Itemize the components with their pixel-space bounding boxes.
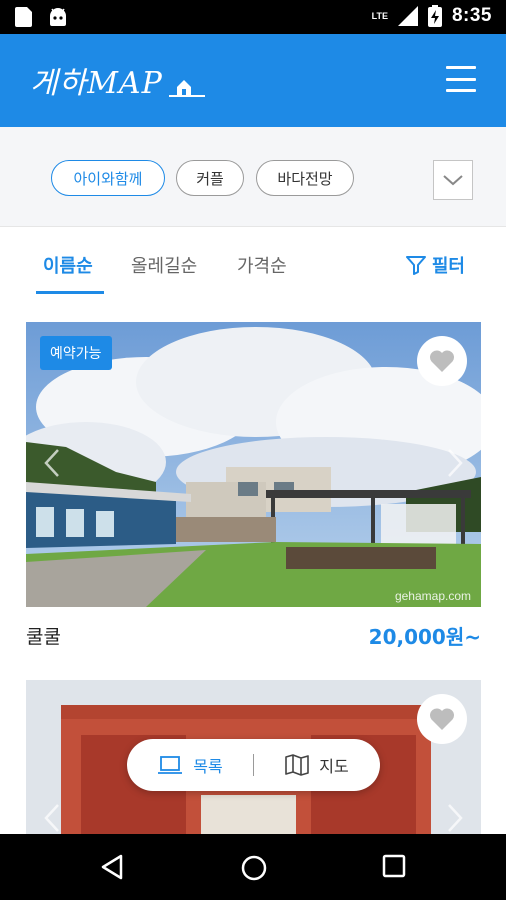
map-view-label: 지도 <box>319 757 349 776</box>
clock: 8:35 <box>451 5 492 26</box>
photo-prev-button[interactable] <box>44 803 60 834</box>
favorite-button[interactable] <box>417 694 467 744</box>
filter-button[interactable]: 필터 <box>405 252 465 278</box>
tab-sort-name[interactable]: 이름순 <box>43 252 93 278</box>
chevron-left-icon <box>44 448 59 477</box>
list-view-button[interactable]: 목록 <box>127 753 253 777</box>
back-triangle-icon <box>101 854 123 880</box>
android-icon <box>50 8 66 26</box>
availability-badge: 예약가능 <box>40 336 112 370</box>
favorite-button[interactable] <box>417 336 467 386</box>
listing-name[interactable]: 쿨쿨 <box>26 622 61 649</box>
view-mode-toggle: 목록 지도 <box>127 739 380 791</box>
house-icon <box>168 80 205 97</box>
battery-charging-icon <box>427 5 442 27</box>
chevron-left-icon <box>44 804 59 832</box>
chevron-down-icon <box>443 175 463 186</box>
chip-ocean-view[interactable]: 바다전망 <box>256 160 354 196</box>
sd-card-icon <box>15 7 32 27</box>
filter-label: 필터 <box>431 256 465 277</box>
chip-with-kids[interactable]: 아이와함께 <box>51 160 165 196</box>
active-tab-indicator <box>36 291 104 294</box>
photo-watermark: gehamap.com <box>394 589 471 603</box>
back-button[interactable] <box>100 854 124 884</box>
chip-couple[interactable]: 커플 <box>176 160 244 196</box>
tab-sort-price[interactable]: 가격순 <box>237 252 287 278</box>
laptop-icon <box>158 756 183 774</box>
logo-text: 게하MAP <box>30 66 163 101</box>
network-type-label: LTE <box>371 11 388 21</box>
map-view-button[interactable]: 지도 <box>254 753 380 777</box>
listing-price: 20,000원~ <box>368 625 481 649</box>
photo-prev-button[interactable] <box>44 448 60 482</box>
listing-photo[interactable]: 예약가능 gehamap.com <box>26 322 481 607</box>
heart-icon <box>429 708 455 730</box>
recent-square-icon <box>382 854 406 878</box>
chevron-right-icon <box>448 448 463 477</box>
recent-apps-button[interactable] <box>382 854 406 882</box>
photo-next-button[interactable] <box>447 803 463 834</box>
tab-sort-olle[interactable]: 올레길순 <box>131 252 197 278</box>
signal-icon <box>397 6 418 26</box>
system-nav-bar <box>0 834 506 900</box>
list-view-label: 목록 <box>193 757 223 776</box>
hamburger-icon <box>446 66 476 69</box>
theme-chip-bar: 아이와함께 커플 바다전망 <box>0 127 506 227</box>
photo-next-button[interactable] <box>447 448 463 482</box>
funnel-icon <box>405 256 426 275</box>
hamburger-menu-button[interactable] <box>446 66 476 92</box>
home-circle-icon <box>241 855 267 881</box>
map-icon <box>285 754 310 776</box>
app-bar: 게하MAP <box>0 34 506 127</box>
sort-tabs: 이름순 올레길순 가격순 필터 <box>0 228 506 298</box>
home-button[interactable] <box>240 854 268 886</box>
app-logo[interactable]: 게하MAP <box>30 58 207 102</box>
expand-chips-button[interactable] <box>433 160 473 200</box>
chevron-right-icon <box>448 804 463 832</box>
heart-icon <box>429 350 455 372</box>
status-bar: LTE 8:35 <box>0 0 506 34</box>
